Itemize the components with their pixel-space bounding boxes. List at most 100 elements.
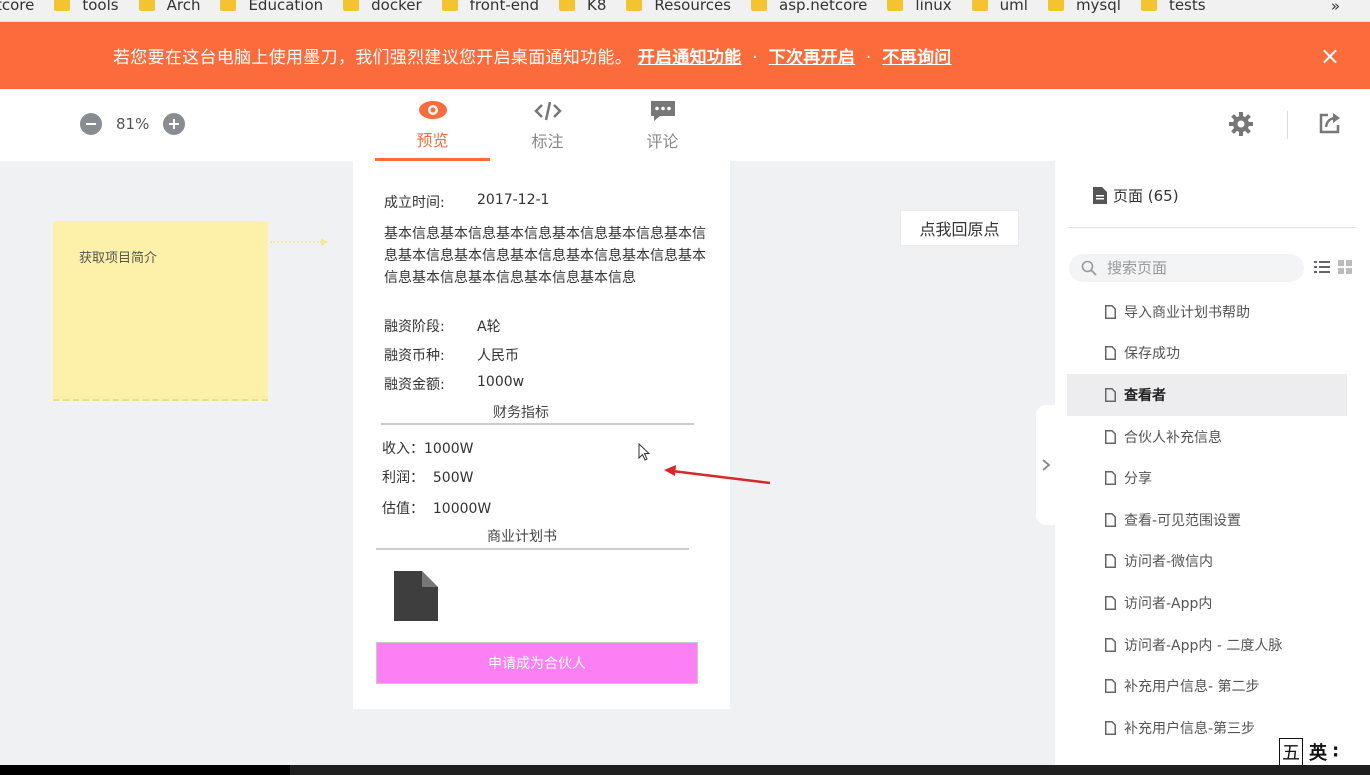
folder-icon <box>626 0 643 11</box>
tab-label: 标注 <box>531 132 564 151</box>
folder-icon <box>1047 0 1064 11</box>
page-icon <box>1105 304 1116 319</box>
valuation-value: 估值： 10000W <box>382 501 492 517</box>
bookmarks-more-button[interactable]: » <box>1331 0 1340 15</box>
bookmark-item[interactable]: linux <box>887 0 952 14</box>
toolbar-divider <box>1287 111 1288 139</box>
bookmark-item[interactable]: tools <box>54 0 119 14</box>
pages-header: 页面 (65) <box>1093 185 1179 206</box>
page-list-item[interactable]: 访问者-App内 - 二度人脉 <box>1067 624 1347 666</box>
bookmark-label: Education <box>248 0 324 14</box>
page-list-item[interactable]: 查看者 <box>1067 374 1347 416</box>
field-label: 融资阶段: <box>384 319 445 335</box>
list-view-icon[interactable] <box>1314 260 1330 274</box>
folder-icon <box>559 0 575 11</box>
notification-message: 若您要在这台电脑上使用墨刀，我们强烈建议您开启桌面通知功能。 <box>113 48 632 68</box>
panel-toggle-button[interactable] <box>1036 405 1056 525</box>
toolbar: 81% 预览 标注 评论 <box>0 89 1370 161</box>
view-toggle <box>1314 260 1352 274</box>
gear-icon <box>1229 112 1253 136</box>
separator: · <box>752 48 758 68</box>
apply-partner-button[interactable]: 申请成为合伙人 <box>376 642 698 684</box>
tab-preview[interactable]: 预览 <box>375 89 490 161</box>
page-list-item-label: 访问者-微信内 <box>1124 554 1214 571</box>
ime-indicator[interactable]: 五 英 ∶ <box>1273 738 1370 766</box>
description-text: 基本信息基本信息基本信息基本信息基本信息基本信息基本信息基本信息基本信息基本信息… <box>384 226 706 286</box>
bookmark-item[interactable]: front-end <box>441 0 539 14</box>
page-list-item[interactable]: 分享 <box>1067 457 1347 499</box>
page-list-item-label: 访问者-App内 - 二度人脉 <box>1124 637 1283 654</box>
enable-notifications-link[interactable]: 开启通知功能 <box>638 48 742 68</box>
page-list-item[interactable]: 合伙人补充信息 <box>1067 416 1347 458</box>
back-to-origin-button[interactable]: 点我回原点 <box>900 210 1019 246</box>
remind-later-link[interactable]: 下次再开启 <box>769 48 856 68</box>
zoom-out-button[interactable] <box>80 113 102 135</box>
close-icon[interactable]: × <box>1320 42 1340 70</box>
section-title: 财务指标 <box>493 405 549 421</box>
page-list-item-label: 保存成功 <box>1124 346 1180 363</box>
pages-panel: 页面 (65) 导入商业计划书帮助保存成功查看者合伙人补充信息分享查看-可见范围… <box>1055 161 1370 765</box>
page-icon <box>1105 720 1116 735</box>
grid-view-icon[interactable] <box>1338 260 1352 274</box>
bookmark-item[interactable]: mysql <box>1047 0 1121 14</box>
bookmark-item[interactable]: docker <box>343 0 422 14</box>
mouse-cursor-icon <box>638 443 651 461</box>
field-label: 融资币种: <box>384 348 445 364</box>
page-list-item[interactable]: 保存成功 <box>1067 333 1347 375</box>
share-button[interactable] <box>1318 111 1342 139</box>
bookmark-label: linux <box>915 0 952 14</box>
bookmark-item[interactable]: Resources <box>626 0 731 14</box>
page-list-item[interactable]: 补充用户信息- 第二步 <box>1067 665 1347 707</box>
view-tabs: 预览 标注 评论 <box>375 89 720 161</box>
bookmarks-bar: tcore tools Arch Education docker front-… <box>0 0 1370 22</box>
field-value: A轮 <box>477 319 501 335</box>
folder-icon <box>54 0 71 11</box>
sticky-note-text: 获取项目简介 <box>79 251 158 266</box>
bookmark-item[interactable]: tcore <box>0 0 34 14</box>
chevron-right-icon <box>1042 459 1051 471</box>
bookmark-label: Arch <box>166 0 201 14</box>
never-ask-link[interactable]: 不再询问 <box>882 48 951 68</box>
divider <box>376 548 689 550</box>
bookmark-item[interactable]: Education <box>220 0 323 14</box>
bookmark-label: uml <box>999 0 1028 14</box>
tab-annotation[interactable]: 标注 <box>490 89 605 161</box>
page-icon <box>1105 637 1116 652</box>
bookmark-item[interactable]: uml <box>971 0 1028 14</box>
search-input[interactable] <box>1107 259 1287 277</box>
tab-comment[interactable]: 评论 <box>605 89 720 161</box>
page-list-item[interactable]: 导入商业计划书帮助 <box>1067 291 1347 333</box>
bookmark-item[interactable]: tests <box>1140 0 1206 14</box>
minus-icon <box>86 123 96 125</box>
notification-text: 若您要在这台电脑上使用墨刀，我们强烈建议您开启桌面通知功能。 开启通知功能 · … <box>113 43 952 68</box>
bookmark-label: asp.netcore <box>779 0 868 14</box>
folder-icon <box>887 0 904 11</box>
sticky-note[interactable]: 获取项目简介 <box>53 221 268 401</box>
profit-value: 利润： 500W <box>382 470 474 486</box>
pages-title: 页面 (65) <box>1113 187 1179 205</box>
page-list-item-label: 补充用户信息-第三步 <box>1124 720 1256 737</box>
page-list-item[interactable]: 查看-可见范围设置 <box>1067 499 1347 541</box>
page-list-item[interactable]: 访问者-App内 <box>1067 582 1347 624</box>
zoom-control: 81% <box>80 113 186 135</box>
bookmark-label: tcore <box>0 0 35 14</box>
currency-row: 融资币种: 人民币 <box>384 345 519 365</box>
bookmark-item[interactable]: Arch <box>138 0 201 14</box>
share-icon <box>1319 113 1340 134</box>
zoom-in-button[interactable] <box>163 113 186 135</box>
page-icon <box>1105 512 1116 527</box>
ime-mode-wubi: 五 <box>1279 738 1303 766</box>
search-box[interactable] <box>1069 254 1304 282</box>
page-list-item[interactable]: 访问者-微信内 <box>1067 541 1347 583</box>
zoom-level: 81% <box>116 115 150 133</box>
red-arrow-annotation <box>664 465 771 485</box>
bookmark-label: docker <box>371 0 422 14</box>
bookmark-item[interactable]: K8 <box>559 0 606 14</box>
canvas-area: 获取项目简介 点我回原点 成立时间: 2017-12-1 基本信息基本信息基本信… <box>0 161 1055 765</box>
field-value: 1000w <box>477 374 525 390</box>
ime-extra: ∶ <box>1333 741 1339 763</box>
bookmark-item[interactable]: asp.netcore <box>751 0 867 14</box>
stage-row: 融资阶段: A轮 <box>384 316 501 336</box>
settings-button[interactable] <box>1228 111 1254 141</box>
document-icon[interactable] <box>394 571 438 621</box>
